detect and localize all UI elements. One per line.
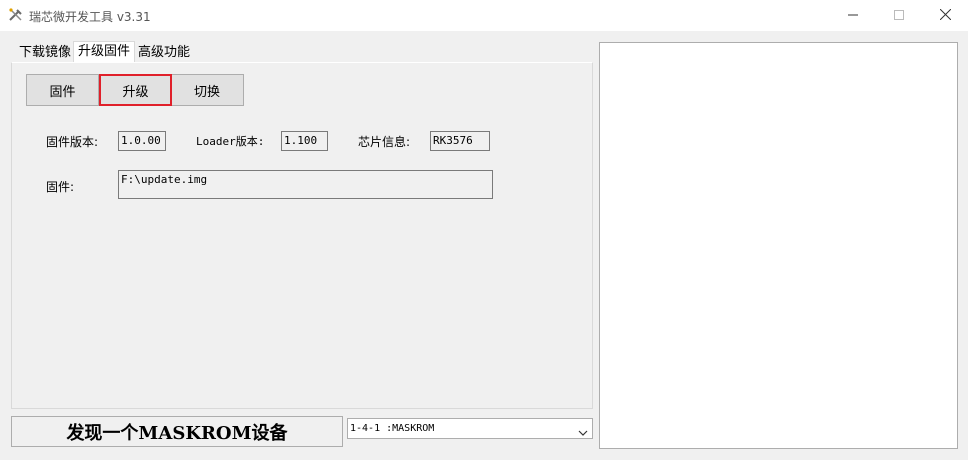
maximize-icon [894,9,904,23]
firmware-button[interactable]: 固件 [26,74,99,106]
chip-info-label: 芯片信息: [358,135,411,149]
close-button[interactable] [922,0,968,31]
firmware-path-field[interactable]: F:\update.img [118,170,493,199]
chevron-down-icon [578,425,588,444]
maximize-button[interactable] [876,0,922,31]
minimize-button[interactable] [830,0,876,31]
switch-button[interactable]: 切换 [170,74,244,106]
log-output-panel[interactable] [599,42,958,449]
minimize-icon [848,9,858,23]
window-title: 瑞芯微开发工具 v3.31 [29,10,151,24]
tab-advanced-functions[interactable]: 高级功能 [135,44,193,62]
firmware-version-label: 固件版本: [46,135,99,149]
firmware-path-label: 固件: [46,180,75,194]
status-message: 发现一个MASKROM设备 [11,416,343,447]
tab-download-image[interactable]: 下载镜像 [16,44,74,62]
loader-version-field[interactable]: 1.100 [281,131,328,151]
chip-info-field[interactable]: RK3576 [430,131,490,151]
status-message-text: 发现一个MASKROM设备 [66,422,288,444]
title-bar: 瑞芯微开发工具 v3.31 [0,0,968,31]
close-icon [939,8,951,23]
device-select[interactable]: 1-4-1 :MASKROM [347,418,593,439]
upgrade-firmware-panel [11,62,593,409]
upgrade-button[interactable]: 升级 [99,74,172,106]
device-select-value: 1-4-1 :MASKROM [350,423,435,434]
firmware-version-field[interactable]: 1.0.00 [118,131,166,151]
tab-upgrade-firmware[interactable]: 升级固件 [73,41,136,63]
loader-version-label: Loader版本: [196,135,265,148]
tools-icon [8,7,24,23]
